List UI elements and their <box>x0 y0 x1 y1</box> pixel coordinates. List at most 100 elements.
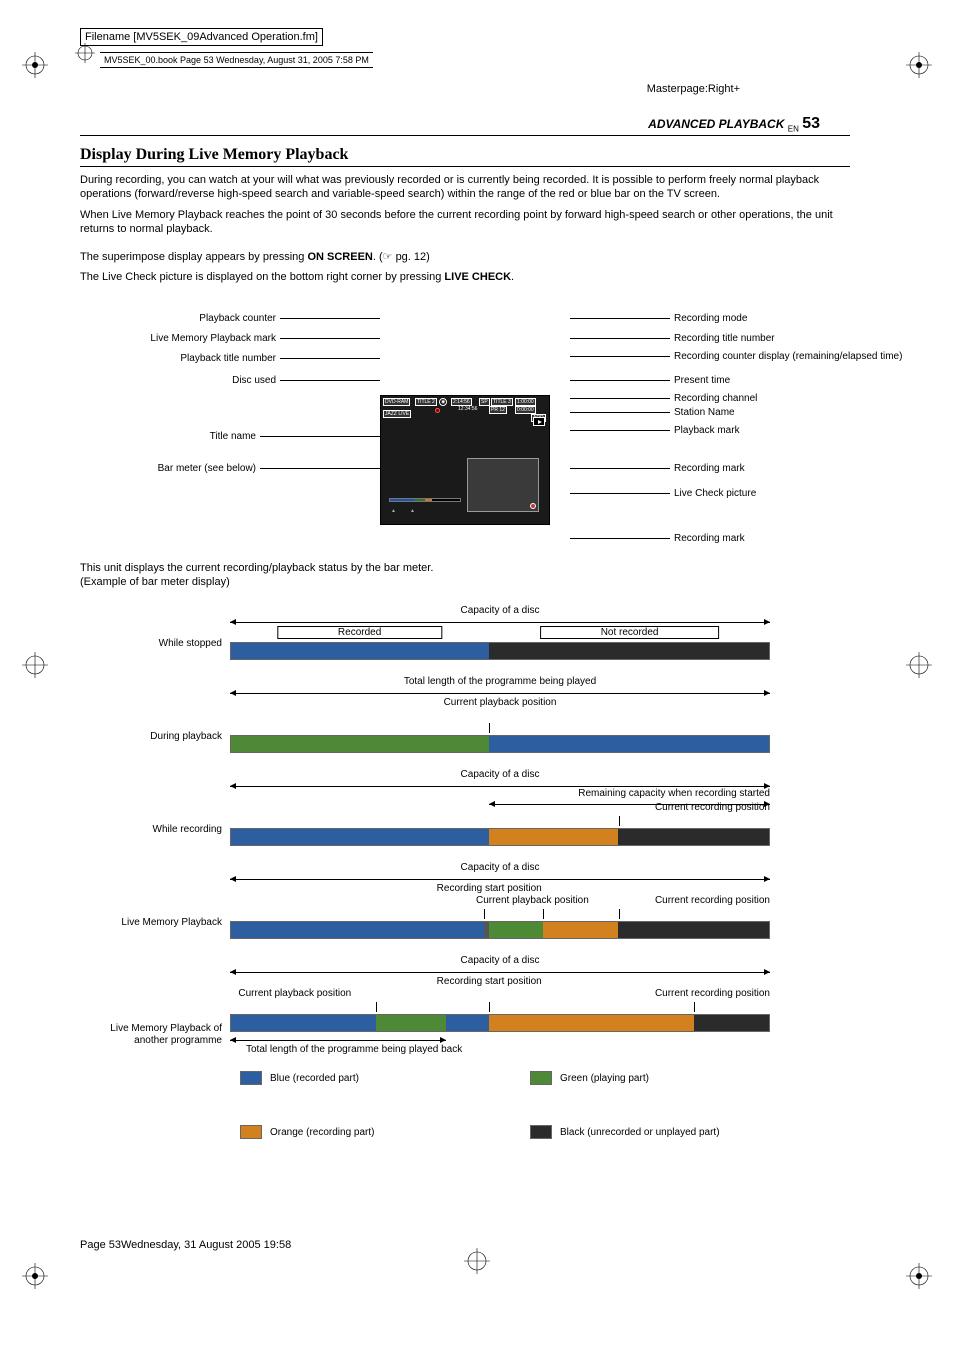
callout-label: Title name <box>210 431 380 442</box>
crop-mark-icon <box>904 1261 934 1291</box>
meter-caption: Capacity of a disc <box>230 955 770 966</box>
tick-mark <box>484 909 485 919</box>
meter-sublabel: Recording start position <box>437 883 542 894</box>
bar-segment <box>694 1015 769 1031</box>
meter-sublabel: Recording start position <box>437 976 542 987</box>
lang-label: EN <box>788 124 799 133</box>
legend-label: Blue (recorded part) <box>270 1073 359 1084</box>
bar-meter-ticks: ▲▲ <box>391 508 459 514</box>
crop-mark-icon <box>20 50 50 80</box>
callout-label: Playback title number <box>180 353 380 364</box>
meter-sublabel: Current recording position <box>655 988 770 999</box>
live-check-picture <box>467 458 539 512</box>
bar-segment <box>489 736 769 752</box>
crop-mark-icon <box>20 1261 50 1291</box>
footer-meta: Page 53Wednesday, 31 August 2005 19:58 <box>80 1239 291 1251</box>
bar-meter <box>230 921 770 939</box>
legend-swatch <box>530 1125 552 1139</box>
callout-label: Recording channel <box>570 393 757 404</box>
tick-mark <box>543 909 544 919</box>
recording-title-badge: TITLE 3 <box>491 398 513 406</box>
remain-badge: 0:00:00 <box>515 406 536 414</box>
bar-segment <box>231 922 484 938</box>
bar-segment <box>543 922 618 938</box>
meter-row: While recording Capacity of a disc Remaini… <box>80 769 850 846</box>
crop-mark-icon <box>20 650 50 680</box>
meter-row: Live Memory Playback Capacity of a disc Re… <box>80 862 850 939</box>
disc-badge: DVD-RAM <box>383 398 410 406</box>
live-memory-mark-icon: ◉ <box>439 398 447 406</box>
bar-segment <box>231 829 489 845</box>
tick-mark <box>619 909 620 919</box>
meter-row: While stoppedCapacity of a discRecordedN… <box>80 605 850 660</box>
crop-mark-icon <box>462 1246 492 1279</box>
callout-label: Playback mark <box>570 425 740 436</box>
callout-label: Recording mark <box>570 533 745 544</box>
meter-row-label: Live Memory Playback <box>80 917 230 939</box>
meter-row: Live Memory Playback of another programm… <box>80 955 850 1057</box>
legend-label: Black (unrecorded or unplayed part) <box>560 1127 720 1138</box>
bar-meter <box>230 642 770 660</box>
callout-label: Recording title number <box>570 333 775 344</box>
body-paragraph: During recording, you can watch at your … <box>80 173 850 202</box>
callout-label: Live Memory Playback mark <box>150 333 380 344</box>
meter-sublabel: Not recorded <box>540 626 720 639</box>
bar-segment <box>231 1015 376 1031</box>
section-title: Display During Live Memory Playback <box>80 146 850 167</box>
meter-sublabel: Recorded <box>277 626 442 639</box>
meter-row: During playbackTotal length of the progr… <box>80 676 850 753</box>
meter-intro: This unit displays the current recording… <box>80 561 850 590</box>
bar-meter-examples: While stoppedCapacity of a discRecordedN… <box>80 605 850 1057</box>
body-paragraph: The superimpose display appears by press… <box>80 250 850 264</box>
screen-mock: DVD-RAM TITLE 2 ◉ 2:14:56 SP TITLE 3 1:0… <box>380 395 550 525</box>
body-paragraph: When Live Memory Playback reaches the po… <box>80 208 850 237</box>
bar-meter <box>230 828 770 846</box>
crop-mark-icon <box>904 50 934 80</box>
callout-label: Recording mark <box>570 463 745 474</box>
crop-mark-icon <box>74 42 96 67</box>
bar-meter <box>230 735 770 753</box>
meter-caption: Capacity of a disc <box>230 605 770 616</box>
title-name-badge: JAZZ LIVE <box>383 410 411 418</box>
page-header: ADVANCED PLAYBACK EN 53 <box>80 116 850 136</box>
bar-segment <box>231 643 489 659</box>
bar-segment <box>618 829 769 845</box>
callout-label: Playback counter <box>199 313 380 324</box>
meter-caption: Capacity of a disc <box>230 769 770 780</box>
meter-caption: Capacity of a disc <box>230 862 770 873</box>
book-meta: MV5SEK_00.book Page 53 Wednesday, August… <box>100 52 373 68</box>
callout-label: Present time <box>570 375 730 386</box>
osd-diagram: Playback counter Live Memory Playback mar… <box>80 303 850 543</box>
tick-mark <box>619 816 620 826</box>
recording-mark-icon <box>435 408 440 413</box>
bar-segment <box>489 1015 693 1031</box>
section-name: ADVANCED PLAYBACK <box>648 117 784 131</box>
crop-mark-icon <box>904 650 934 680</box>
callout-label: Bar meter (see below) <box>158 463 380 474</box>
legend: Blue (recorded part) Green (playing part… <box>240 1071 850 1139</box>
meter-sublabel: Remaining capacity when recording starte… <box>578 788 770 799</box>
callout-label: Station Name <box>570 407 735 418</box>
recording-mark-icon <box>530 503 536 509</box>
bar-segment <box>376 1015 446 1031</box>
meter-row-label: During playback <box>80 731 230 753</box>
meter-sublabel: Total length of the programme being play… <box>230 1044 770 1055</box>
playback-counter-badge: 2:14:56 <box>451 398 472 406</box>
tick-mark <box>376 1002 377 1012</box>
meter-sublabel: Current playback position <box>238 988 351 999</box>
bar-segment <box>618 922 769 938</box>
meter-sublabel: Current recording position <box>655 895 770 906</box>
callout-label: Recording counter display (remaining/ela… <box>570 351 902 362</box>
meter-row-label: While recording <box>80 824 230 846</box>
bar-segment <box>446 1015 489 1031</box>
legend-swatch <box>240 1125 262 1139</box>
meter-sublabel: Current recording position <box>655 802 770 813</box>
recording-counter-badge: 1:00:00 <box>515 398 536 406</box>
present-time: 12:34:56 <box>457 406 478 412</box>
masterpage-label: Masterpage:Right+ <box>647 83 740 95</box>
meter-row-label: Live Memory Playback of another programm… <box>80 1023 230 1057</box>
legend-label: Orange (recording part) <box>270 1127 375 1138</box>
bar-segment <box>489 829 618 845</box>
bar-segment <box>489 643 769 659</box>
recording-mode-badge: SP <box>479 398 490 406</box>
